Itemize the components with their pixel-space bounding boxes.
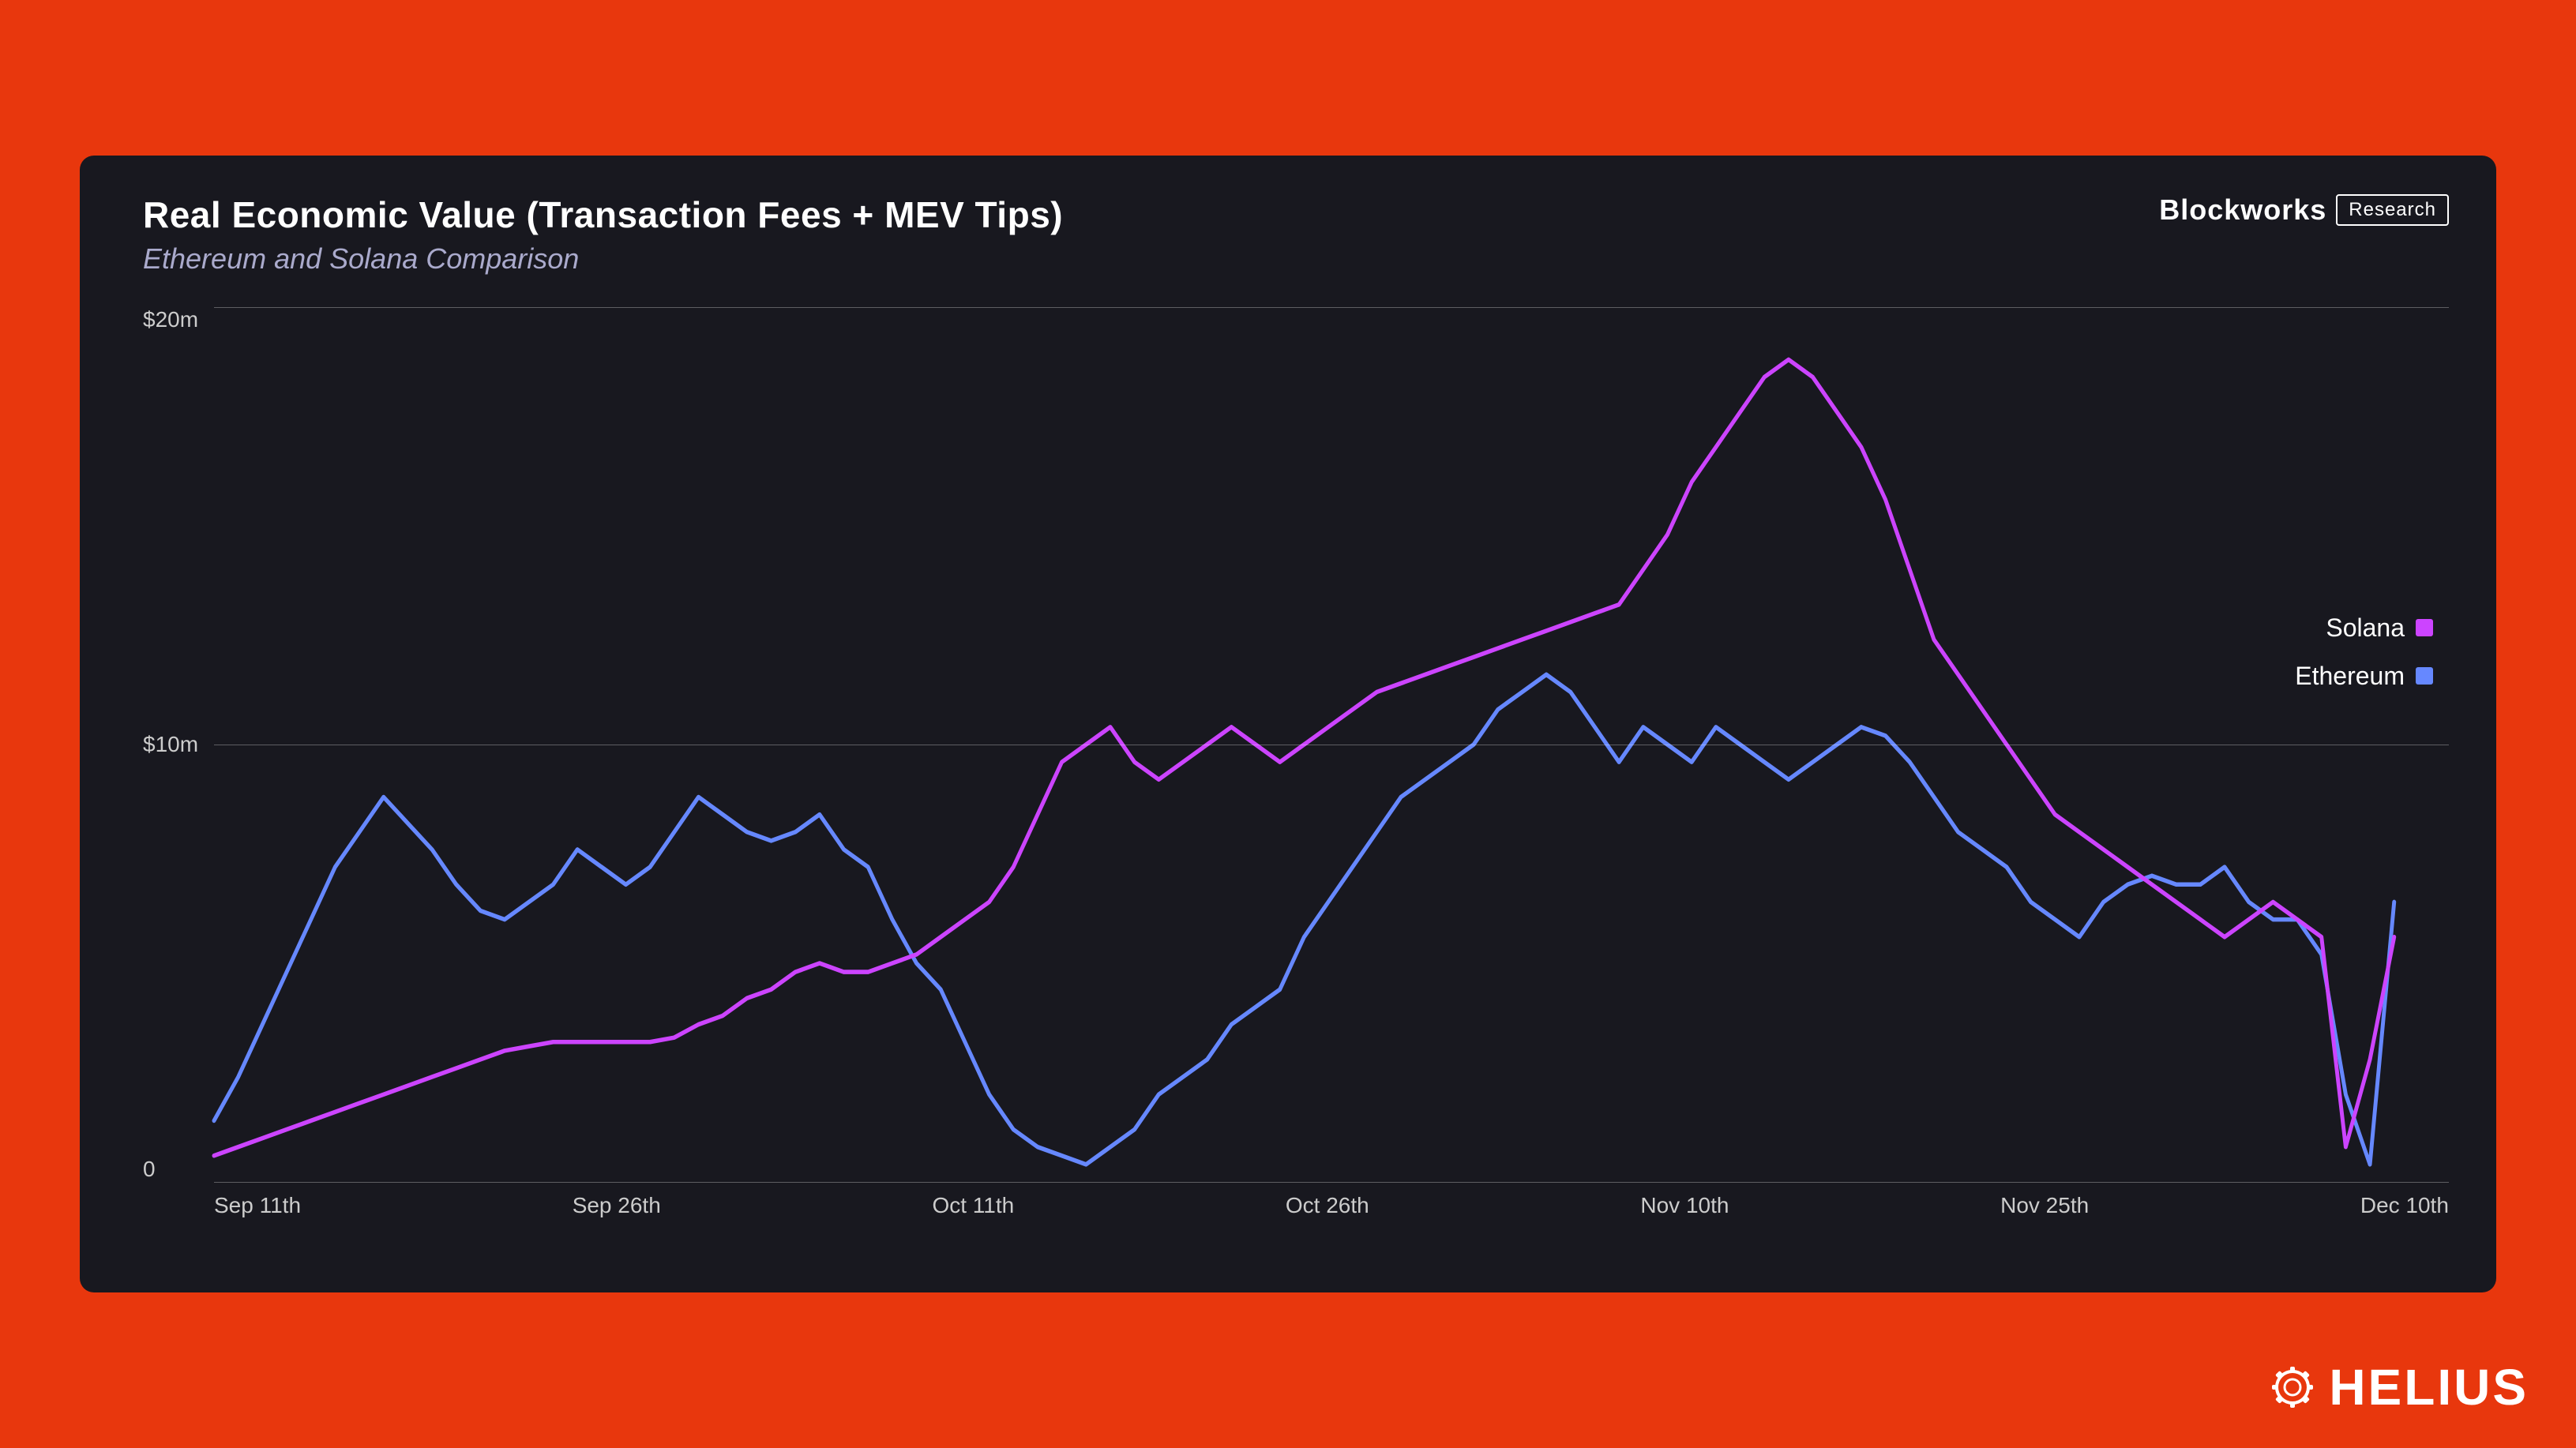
legend: Solana Ethereum (2295, 613, 2433, 691)
chart-container: Real Economic Value (Transaction Fees + … (80, 156, 2496, 1292)
x-label-oct11: Oct 11th (932, 1193, 1014, 1218)
grid-line-top (214, 307, 2449, 308)
legend-item-solana: Solana (2295, 613, 2433, 643)
chart-subtitle: Ethereum and Solana Comparison (143, 242, 1063, 276)
y-axis: $20m $10m 0 (143, 307, 206, 1182)
blockworks-label: Blockworks (2159, 193, 2326, 227)
legend-item-ethereum: Ethereum (2295, 662, 2433, 691)
chart-body: $20m $10m 0 (143, 307, 2449, 1229)
chart-header: Real Economic Value (Transaction Fees + … (143, 193, 2449, 276)
x-label-sep11: Sep 11th (214, 1193, 301, 1218)
helius-branding: HELIUS (2269, 1358, 2529, 1416)
legend-ethereum-label: Ethereum (2295, 662, 2405, 691)
helius-logo-icon (2269, 1364, 2316, 1411)
x-label-nov10: Nov 10th (1640, 1193, 1729, 1218)
x-label-sep26: Sep 26th (573, 1193, 661, 1218)
x-label-oct26: Oct 26th (1286, 1193, 1369, 1218)
x-axis: Sep 11th Sep 26th Oct 11th Oct 26th Nov … (214, 1182, 2449, 1229)
legend-ethereum-dot (2416, 667, 2433, 685)
x-label-nov25: Nov 25th (2000, 1193, 2089, 1218)
page-wrapper: Real Economic Value (Transaction Fees + … (0, 0, 2576, 1448)
y-label-10m: $10m (143, 732, 206, 757)
chart-plot-area: Solana Ethereum (214, 307, 2449, 1182)
helius-text: HELIUS (2329, 1358, 2529, 1416)
chart-title: Real Economic Value (Transaction Fees + … (143, 193, 1063, 236)
solana-line (214, 359, 2394, 1155)
ethereum-line (214, 674, 2394, 1164)
y-label-20m: $20m (143, 307, 206, 332)
y-label-0: 0 (143, 1157, 206, 1182)
legend-solana-label: Solana (2326, 613, 2405, 643)
legend-solana-dot (2416, 619, 2433, 636)
x-label-dec10: Dec 10th (2360, 1193, 2449, 1218)
branding: Blockworks Research (2159, 193, 2449, 227)
chart-titles: Real Economic Value (Transaction Fees + … (143, 193, 1063, 276)
research-badge: Research (2336, 194, 2449, 226)
